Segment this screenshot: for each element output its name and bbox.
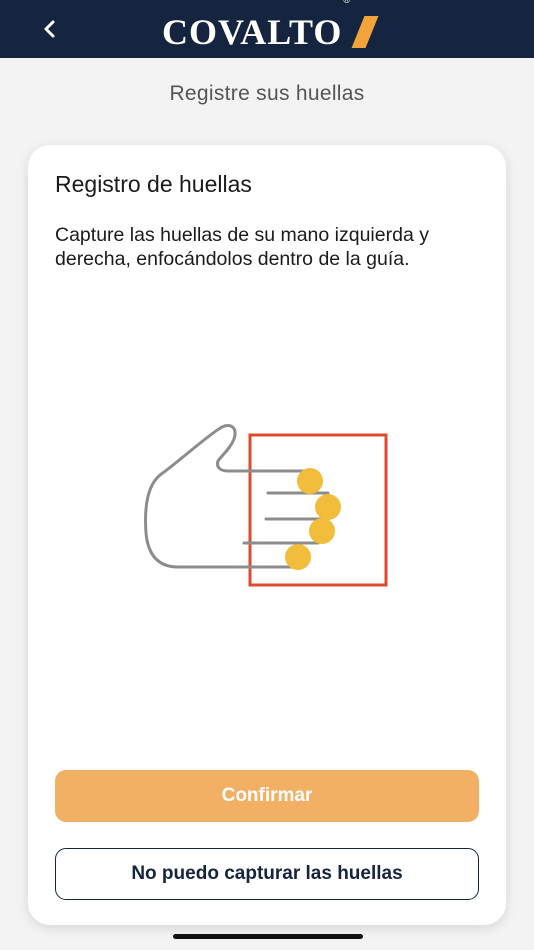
card-description: Capture las huellas de su mano izquierda… [55, 224, 429, 270]
home-indicator [173, 934, 363, 939]
fingertip [315, 494, 341, 520]
card-title: Registro de huellas [55, 171, 252, 197]
registered-mark: ® [343, 0, 351, 5]
cannot-capture-button[interactable]: No puedo capturar las huellas [55, 848, 479, 900]
logo-text: COVALTO [161, 12, 343, 52]
page-subtitle: Registre sus huellas [169, 82, 365, 105]
fingertip [309, 518, 335, 544]
hand-outline [144, 424, 316, 569]
confirm-button[interactable]: Confirmar [55, 770, 479, 822]
app-header: COVALTO ® [0, 0, 534, 58]
fingerprint-card: Registro de huellas Capture las huellas … [28, 145, 506, 925]
logo-slash-icon [351, 16, 379, 48]
fingertip [285, 544, 311, 570]
hand-fingerprint-guide-icon [144, 424, 388, 587]
fingertip [297, 468, 323, 494]
covalto-logo: COVALTO ® [0, 0, 534, 52]
